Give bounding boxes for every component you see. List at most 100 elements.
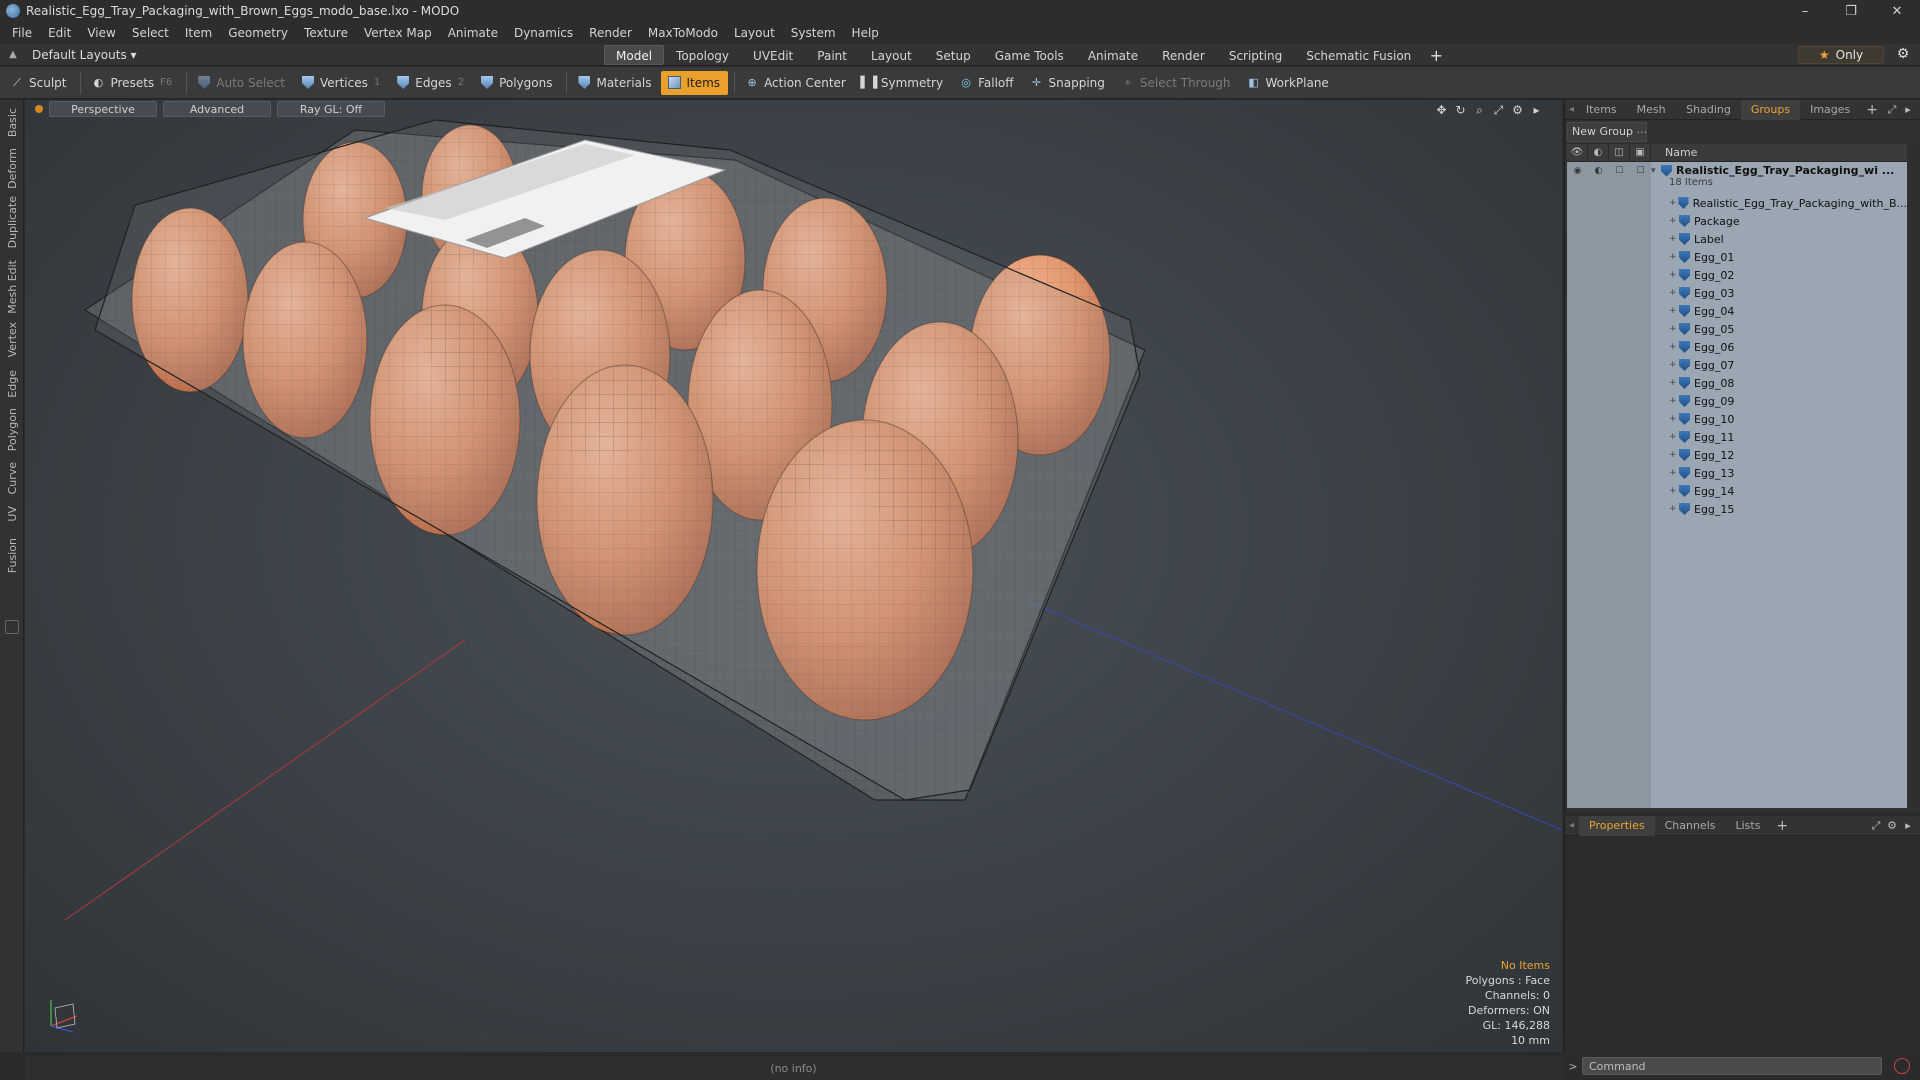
- menu-layout[interactable]: Layout: [726, 22, 783, 44]
- vtab-mesh-edit[interactable]: Mesh Edit: [0, 260, 24, 314]
- add-panel-tab-button[interactable]: +: [1860, 102, 1884, 118]
- layout-selector[interactable]: ▲ Default Layouts ▾: [6, 48, 136, 62]
- tab-shading[interactable]: Shading: [1676, 100, 1741, 120]
- menu-geometry[interactable]: Geometry: [220, 22, 296, 44]
- action-center-button[interactable]: ⊕ Action Center: [739, 71, 854, 95]
- 3d-viewport[interactable]: Perspective Advanced Ray GL: Off ✥ ↻ ⌕ ⤢…: [25, 100, 1562, 1052]
- menu-help[interactable]: Help: [844, 22, 887, 44]
- vertices-button[interactable]: Vertices 1: [295, 71, 388, 95]
- tab-schematic-fusion[interactable]: Schematic Fusion: [1294, 45, 1423, 65]
- command-history-icon[interactable]: [1894, 1058, 1910, 1074]
- expand-arrow-icon[interactable]: +: [1669, 324, 1679, 334]
- expand-arrow-icon[interactable]: +: [1669, 468, 1679, 478]
- vtab-polygon[interactable]: Polygon: [0, 408, 24, 451]
- add-panel-tab-button[interactable]: +: [1770, 818, 1794, 834]
- group-item-row[interactable]: + Egg_02: [1567, 266, 1907, 284]
- shading-mode-button[interactable]: Advanced: [163, 101, 271, 117]
- tab-layout[interactable]: Layout: [859, 45, 924, 65]
- vtab-edge[interactable]: Edge: [0, 370, 24, 398]
- group-item-row[interactable]: + Egg_03: [1567, 284, 1907, 302]
- menu-file[interactable]: File: [4, 22, 40, 44]
- render-column-icon[interactable]: ◐: [1588, 143, 1609, 162]
- tab-render[interactable]: Render: [1150, 45, 1217, 65]
- group-item-row[interactable]: + Label: [1567, 230, 1907, 248]
- workplane-button[interactable]: ◧ WorkPlane: [1241, 71, 1337, 95]
- select-toggle-icon[interactable]: ☐: [1630, 162, 1651, 180]
- vtab-curve[interactable]: Curve: [0, 462, 24, 494]
- expand-arrow-icon[interactable]: +: [1669, 216, 1679, 226]
- tab-images[interactable]: Images: [1800, 100, 1860, 120]
- auto-select-button[interactable]: Auto Select: [191, 71, 293, 95]
- fit-view-icon[interactable]: ⤢: [1489, 102, 1508, 118]
- tab-scripting[interactable]: Scripting: [1217, 45, 1294, 65]
- group-item-row[interactable]: + Egg_07: [1567, 356, 1907, 374]
- vtab-vertex[interactable]: Vertex: [0, 322, 24, 357]
- name-column-header[interactable]: Name: [1651, 146, 1697, 159]
- render-toggle-icon[interactable]: ◐: [1588, 162, 1609, 180]
- panel-gear-icon[interactable]: ⚙: [1884, 819, 1900, 833]
- collapse-up-icon[interactable]: ▲: [6, 49, 20, 60]
- lock-toggle-icon[interactable]: ☐: [1609, 162, 1630, 180]
- group-item-row[interactable]: + Egg_08: [1567, 374, 1907, 392]
- expand-arrow-icon[interactable]: +: [1669, 270, 1679, 280]
- symmetry-button[interactable]: ▌▐ Symmetry: [856, 71, 951, 95]
- sculpt-button[interactable]: ⟋ Sculpt: [4, 71, 74, 95]
- panel-menu-icon[interactable]: ▸: [1900, 819, 1916, 833]
- tab-properties[interactable]: Properties: [1579, 815, 1655, 836]
- tab-uvedit[interactable]: UVEdit: [741, 45, 805, 65]
- edges-button[interactable]: Edges 2: [390, 71, 472, 95]
- group-item-row[interactable]: + Egg_11: [1567, 428, 1907, 446]
- menu-view[interactable]: View: [79, 22, 123, 44]
- move-view-icon[interactable]: ✥: [1432, 102, 1451, 118]
- tab-model[interactable]: Model: [604, 45, 665, 65]
- menu-item[interactable]: Item: [177, 22, 220, 44]
- expand-arrow-icon[interactable]: +: [1669, 306, 1679, 316]
- tab-setup[interactable]: Setup: [924, 45, 983, 65]
- tab-topology[interactable]: Topology: [664, 45, 741, 65]
- menu-render[interactable]: Render: [581, 22, 640, 44]
- zoom-icon[interactable]: ⌕: [1470, 102, 1489, 118]
- expand-arrow-icon[interactable]: +: [1669, 396, 1679, 406]
- restore-button[interactable]: ❐: [1828, 0, 1874, 22]
- viewport-menu-dot[interactable]: [35, 105, 43, 113]
- panel-grip-icon[interactable]: ◂: [1569, 820, 1579, 831]
- expand-arrow-icon[interactable]: +: [1669, 198, 1678, 208]
- viewport-expand-icon[interactable]: ▸: [1527, 102, 1546, 118]
- menu-select[interactable]: Select: [124, 22, 177, 44]
- command-input[interactable]: [1582, 1057, 1882, 1075]
- view-mode-button[interactable]: Perspective: [49, 101, 157, 117]
- gear-icon[interactable]: ⚙: [1894, 46, 1912, 64]
- select-through-button[interactable]: ⌖ Select Through: [1115, 71, 1239, 95]
- menu-edit[interactable]: Edit: [40, 22, 79, 44]
- group-item-row[interactable]: + Egg_10: [1567, 410, 1907, 428]
- menu-dynamics[interactable]: Dynamics: [506, 22, 581, 44]
- panel-grip-icon[interactable]: ◂: [1569, 104, 1576, 115]
- group-item-row[interactable]: + Egg_12: [1567, 446, 1907, 464]
- group-root-row[interactable]: ◉ ◐ ☐ ☐ ▾ Realistic_Egg_Tray_Packaging_wi…: [1567, 162, 1907, 194]
- group-item-row[interactable]: + Egg_14: [1567, 482, 1907, 500]
- minimize-button[interactable]: –: [1782, 0, 1828, 22]
- viewport-gear-icon[interactable]: ⚙: [1508, 102, 1527, 118]
- tab-items[interactable]: Items: [1576, 100, 1627, 120]
- vtab-fusion[interactable]: Fusion: [0, 538, 24, 573]
- group-item-row[interactable]: + Egg_15: [1567, 500, 1907, 518]
- polygons-button[interactable]: Polygons: [474, 71, 560, 95]
- collapse-arrow-icon[interactable]: ▾: [1651, 166, 1661, 176]
- snapping-button[interactable]: ✛ Snapping: [1024, 71, 1113, 95]
- menu-vertex-map[interactable]: Vertex Map: [356, 22, 440, 44]
- menu-texture[interactable]: Texture: [296, 22, 356, 44]
- menu-maxtomodo[interactable]: MaxToModo: [640, 22, 726, 44]
- group-item-row[interactable]: + Egg_06: [1567, 338, 1907, 356]
- vtab-duplicate[interactable]: Duplicate: [0, 196, 24, 248]
- groups-scrollbar[interactable]: [1908, 144, 1920, 808]
- presets-button[interactable]: ◐ Presets F6: [85, 71, 180, 95]
- tab-game-tools[interactable]: Game Tools: [983, 45, 1076, 65]
- group-item-row[interactable]: + Realistic_Egg_Tray_Packaging_with_B...: [1567, 194, 1907, 212]
- select-column-icon[interactable]: ▣: [1630, 143, 1651, 162]
- group-item-row[interactable]: + Egg_13: [1567, 464, 1907, 482]
- vtab-uv[interactable]: UV: [0, 506, 24, 522]
- vtab-deform[interactable]: Deform: [0, 148, 24, 189]
- vtab-basic[interactable]: Basic: [0, 108, 24, 137]
- expand-arrow-icon[interactable]: +: [1669, 504, 1679, 514]
- expand-arrow-icon[interactable]: +: [1669, 234, 1679, 244]
